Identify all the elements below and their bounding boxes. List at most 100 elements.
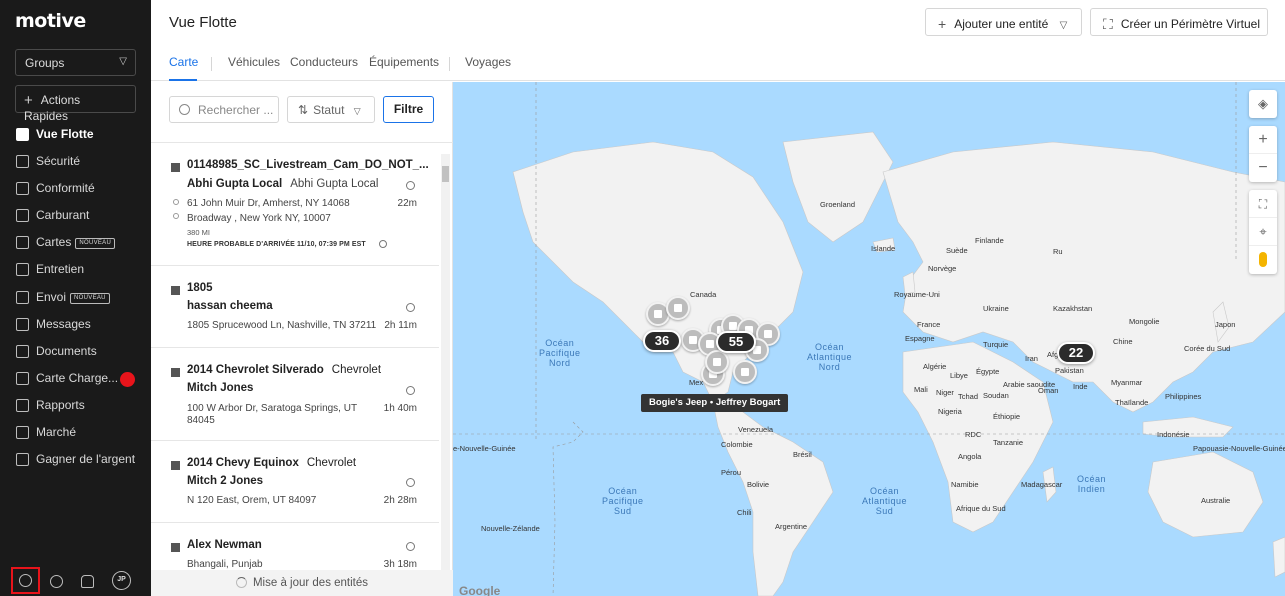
help-icon[interactable] (50, 575, 63, 588)
map-label: Australie (1201, 496, 1231, 505)
bell-icon[interactable] (81, 575, 94, 588)
map-label: RDC (965, 430, 982, 439)
filter-button[interactable]: Filtre (383, 96, 434, 123)
layers-button[interactable]: ◈ (1249, 90, 1277, 118)
add-entity-button[interactable]: + Ajouter une entité ▽ (925, 8, 1082, 36)
sidebar-item-carte-charge[interactable]: Carte Charge... (0, 365, 151, 392)
ocean-label-text: Océan Atlantique Nord (807, 342, 853, 372)
ocean-label: Océan Pacifique Sud (602, 486, 644, 516)
info-icon[interactable] (379, 240, 387, 248)
street-view-button[interactable] (1249, 246, 1277, 273)
sidebar-item-label: Marché (36, 425, 77, 440)
sidebar-item-securite[interactable]: Sécurité (0, 148, 151, 175)
sidebar-item-label: Gagner de l'argent (36, 452, 136, 467)
map-label: Tanzanie (993, 438, 1024, 447)
sidebar-item-marche[interactable]: Marché (0, 419, 151, 446)
chat-icon (16, 317, 29, 331)
entity-address: N 120 East, Orem, UT 84097 (187, 495, 317, 506)
quick-actions-button[interactable]: + Actions Rapides (15, 85, 136, 123)
map-label: Indonésie (1157, 430, 1190, 439)
motive-logo[interactable]: motive (15, 10, 86, 32)
sidebar-item-rapports[interactable]: Rapports (0, 392, 151, 419)
scrollbar-thumb[interactable] (442, 166, 449, 182)
groups-select[interactable]: Groups ▽ (15, 49, 136, 76)
map-label: Namibie (951, 480, 979, 489)
list-item[interactable]: 2014 Chevy Equinox Chevrolet Mitch 2 Jone… (151, 441, 439, 523)
fullscreen-button[interactable]: ⛶ (1249, 190, 1277, 218)
groups-label: Groups (25, 56, 65, 70)
status-select[interactable]: ⇅ Statut ▽ (287, 96, 375, 123)
map-icon (16, 128, 29, 141)
vehicle-pin[interactable] (705, 350, 729, 374)
locate-button[interactable]: ⌖ (1249, 218, 1277, 246)
tab-divider (211, 57, 212, 71)
list-scrollbar[interactable] (441, 154, 450, 570)
entity-list[interactable]: 01148985_SC_Livestream_Cam_DO_NOT_... Ab… (151, 142, 453, 570)
sidebar-item-label: Sécurité (36, 154, 81, 169)
tab-vehicules[interactable]: Véhicules (228, 55, 280, 81)
wrench-icon (16, 263, 29, 277)
tab-carte[interactable]: Carte (169, 55, 198, 81)
map-label: Finlande (975, 236, 1004, 245)
list-item[interactable]: 2014 Chevrolet Silverado Chevrolet Mitch … (151, 348, 439, 441)
map-label: Tchad (958, 392, 979, 401)
fleet-map[interactable]: Canada Groenland Islande Norvège Suède F… (453, 82, 1285, 596)
map-label: Papouasie-Nouvelle-Guinée (1193, 444, 1285, 453)
map-label: Turquie (983, 340, 1009, 349)
entity-list-panel: Rechercher ... ⇅ Statut ▽ Filtre 01148985… (151, 82, 453, 596)
sidebar-item-vue-flotte[interactable]: Vue Flotte (0, 121, 151, 148)
map-label: Royaume-Uni (894, 290, 940, 299)
zoom-in-button[interactable]: + (1249, 126, 1277, 154)
sidebar-item-gagner[interactable]: Gagner de l'argent (0, 446, 151, 473)
entity-name-main: 2014 Chevrolet Silverado (187, 364, 324, 376)
sidebar-item-label: Cartes (36, 235, 72, 250)
sidebar-item-conformite[interactable]: Conformité (0, 175, 151, 202)
vehicle-cluster[interactable]: 22 (1057, 342, 1095, 364)
update-status-bar: Mise à jour des entités (151, 570, 453, 596)
map-label: Canada (690, 290, 717, 299)
vehicle-icon (171, 368, 180, 377)
sidebar-item-cartes[interactable]: Cartes NOUVEAU (0, 229, 151, 256)
tab-voyages[interactable]: Voyages (465, 55, 511, 81)
list-item[interactable]: 1805 hassan cheema 1805 Sprucewood Ln, N… (151, 266, 439, 348)
avatar[interactable]: JP (112, 571, 131, 590)
map-label: Afrique du Sud (956, 504, 1006, 513)
location-icon (16, 290, 29, 304)
search-input[interactable]: Rechercher ... (169, 96, 279, 123)
list-item[interactable]: 01148985_SC_Livestream_Cam_DO_NOT_... Ab… (151, 143, 439, 266)
entity-address: 100 W Arbor Dr, Saratoga Springs, UT (187, 403, 358, 414)
fuel-icon (16, 209, 29, 223)
vehicle-pin[interactable] (666, 296, 690, 320)
tab-conducteurs[interactable]: Conducteurs (290, 55, 358, 81)
tab-equipements[interactable]: Équipements (369, 55, 439, 81)
search-icon (179, 104, 190, 115)
entity-make: Chevrolet (306, 457, 357, 469)
entity-name: 2014 Chevrolet Silverado Chevrolet (187, 364, 381, 376)
vehicle-cluster[interactable]: 55 (716, 331, 756, 353)
create-geofence-label: Créer un Périmètre Virtuel (1120, 17, 1260, 31)
sidebar-item-messages[interactable]: Messages (0, 311, 151, 338)
sidebar-item-envoi[interactable]: Envoi NOUVEAU (0, 284, 151, 311)
create-geofence-button[interactable]: ⛶ Créer un Périmètre Virtuel (1090, 8, 1268, 36)
user-settings-button[interactable] (11, 567, 40, 594)
vehicle-icon (171, 286, 180, 295)
time-label: 1h 40m (383, 403, 417, 414)
map-label: Islande (871, 244, 896, 253)
sidebar-item-label: Vue Flotte (36, 127, 94, 141)
vehicle-pin[interactable] (733, 360, 757, 384)
clock-icon (406, 478, 415, 487)
sort-icon: ⇅ (298, 103, 309, 117)
sidebar-item-documents[interactable]: Documents (0, 338, 151, 365)
sidebar-item-entretien[interactable]: Entretien (0, 256, 151, 283)
plus-icon: + (938, 16, 947, 32)
ocean-label: Océan Atlantique Sud (862, 486, 907, 516)
ocean-label: Océan Pacifique Nord (539, 338, 581, 368)
time-label: 3h 18m (383, 559, 417, 570)
map-label: Suède (946, 246, 968, 255)
entity-address: Bhangali, Punjab (187, 559, 263, 570)
vehicle-cluster[interactable]: 36 (643, 330, 681, 352)
zoom-out-button[interactable]: − (1249, 154, 1277, 181)
sidebar-item-carburant[interactable]: Carburant (0, 202, 151, 229)
entity-name: Alex Newman (187, 539, 262, 551)
list-item[interactable]: Alex Newman Bhangali, Punjab 3h 18m (151, 523, 439, 570)
